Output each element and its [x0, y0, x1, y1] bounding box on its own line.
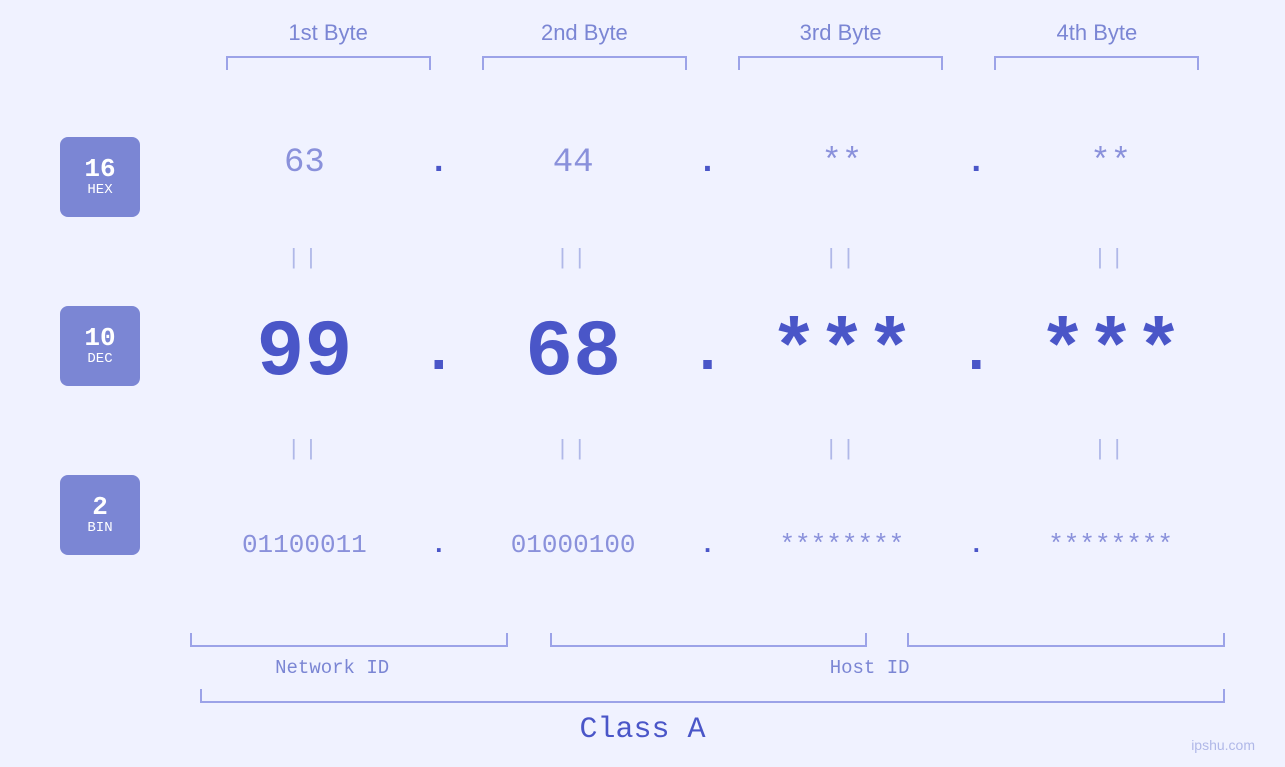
sep-b-3: || — [728, 437, 957, 462]
hex-dot-3: . — [956, 144, 996, 182]
bin-dot-3: . — [956, 530, 996, 560]
bracket-cell-2 — [456, 54, 712, 72]
sep-b-4: || — [996, 437, 1225, 462]
dec-values-row: 99 . 68 . *** . *** — [190, 273, 1225, 434]
bin-val-4: ******** — [996, 530, 1225, 560]
badge-hex: 16 HEX — [60, 137, 140, 217]
dec-dot-1: . — [419, 320, 459, 388]
content-area: 16 HEX 10 DEC 2 BIN 63 . 44 . ** . ** — [60, 82, 1225, 679]
dec-val-1: 99 — [190, 308, 419, 399]
sep-4: || — [996, 246, 1225, 271]
dec-val-3: *** — [728, 308, 957, 399]
bin-val-3: ******** — [728, 530, 957, 560]
bin-dot-2: . — [688, 530, 728, 560]
host-id-label: Host ID — [514, 657, 1225, 679]
badge-bin: 2 BIN — [60, 475, 140, 555]
bin-val-1: 01100011 — [190, 530, 419, 560]
bin-values-row: 01100011 . 01000100 . ******** . *******… — [190, 464, 1225, 625]
badge-bin-number: 2 — [92, 494, 108, 520]
hex-val-2: 44 — [459, 144, 688, 182]
byte-label-1: 1st Byte — [200, 20, 456, 46]
sep-3: || — [728, 246, 957, 271]
badge-hex-label: HEX — [87, 182, 112, 198]
separator-dec-bin: || || || || — [190, 434, 1225, 464]
bottom-inner-brackets — [190, 633, 1225, 651]
badges-column: 16 HEX 10 DEC 2 BIN — [60, 82, 190, 679]
hex-dot-2: . — [688, 144, 728, 182]
byte-label-4: 4th Byte — [969, 20, 1225, 46]
dec-val-2: 68 — [459, 308, 688, 399]
dec-dot-3: . — [956, 320, 996, 388]
bin-dot-1: . — [419, 530, 459, 560]
class-label: Class A — [60, 713, 1225, 747]
bracket-cell-1 — [200, 54, 456, 72]
hex-val-4: ** — [996, 144, 1225, 182]
sep-1: || — [190, 246, 419, 271]
hex-val-3: ** — [728, 144, 957, 182]
bracket-cell-3 — [713, 54, 969, 72]
dec-dot-2: . — [688, 320, 728, 388]
byte-label-3: 3rd Byte — [713, 20, 969, 46]
byte-labels-row: 1st Byte 2nd Byte 3rd Byte 4th Byte — [60, 20, 1225, 46]
dec-val-4: *** — [996, 308, 1225, 399]
top-bracket-row — [60, 54, 1225, 72]
watermark: ipshu.com — [1191, 737, 1255, 753]
network-host-labels: Network ID Host ID — [190, 657, 1225, 679]
byte-label-2: 2nd Byte — [456, 20, 712, 46]
separator-hex-dec: || || || || — [190, 243, 1225, 273]
outer-bracket — [60, 689, 1225, 703]
sep-b-2: || — [459, 437, 688, 462]
sep-b-1: || — [190, 437, 419, 462]
sep-2: || — [459, 246, 688, 271]
badge-bin-label: BIN — [87, 520, 112, 536]
hex-values-row: 63 . 44 . ** . ** — [190, 82, 1225, 243]
hex-dot-1: . — [419, 144, 459, 182]
values-grid: 63 . 44 . ** . ** || || || || 99 — [190, 82, 1225, 679]
badge-dec-number: 10 — [84, 325, 115, 351]
bracket-cell-4 — [969, 54, 1225, 72]
badge-dec-label: DEC — [87, 351, 112, 367]
badge-hex-number: 16 — [84, 156, 115, 182]
main-container: 1st Byte 2nd Byte 3rd Byte 4th Byte 16 H… — [0, 0, 1285, 767]
bin-val-2: 01000100 — [459, 530, 688, 560]
badge-dec: 10 DEC — [60, 306, 140, 386]
hex-val-1: 63 — [190, 144, 419, 182]
network-id-label: Network ID — [190, 657, 474, 679]
